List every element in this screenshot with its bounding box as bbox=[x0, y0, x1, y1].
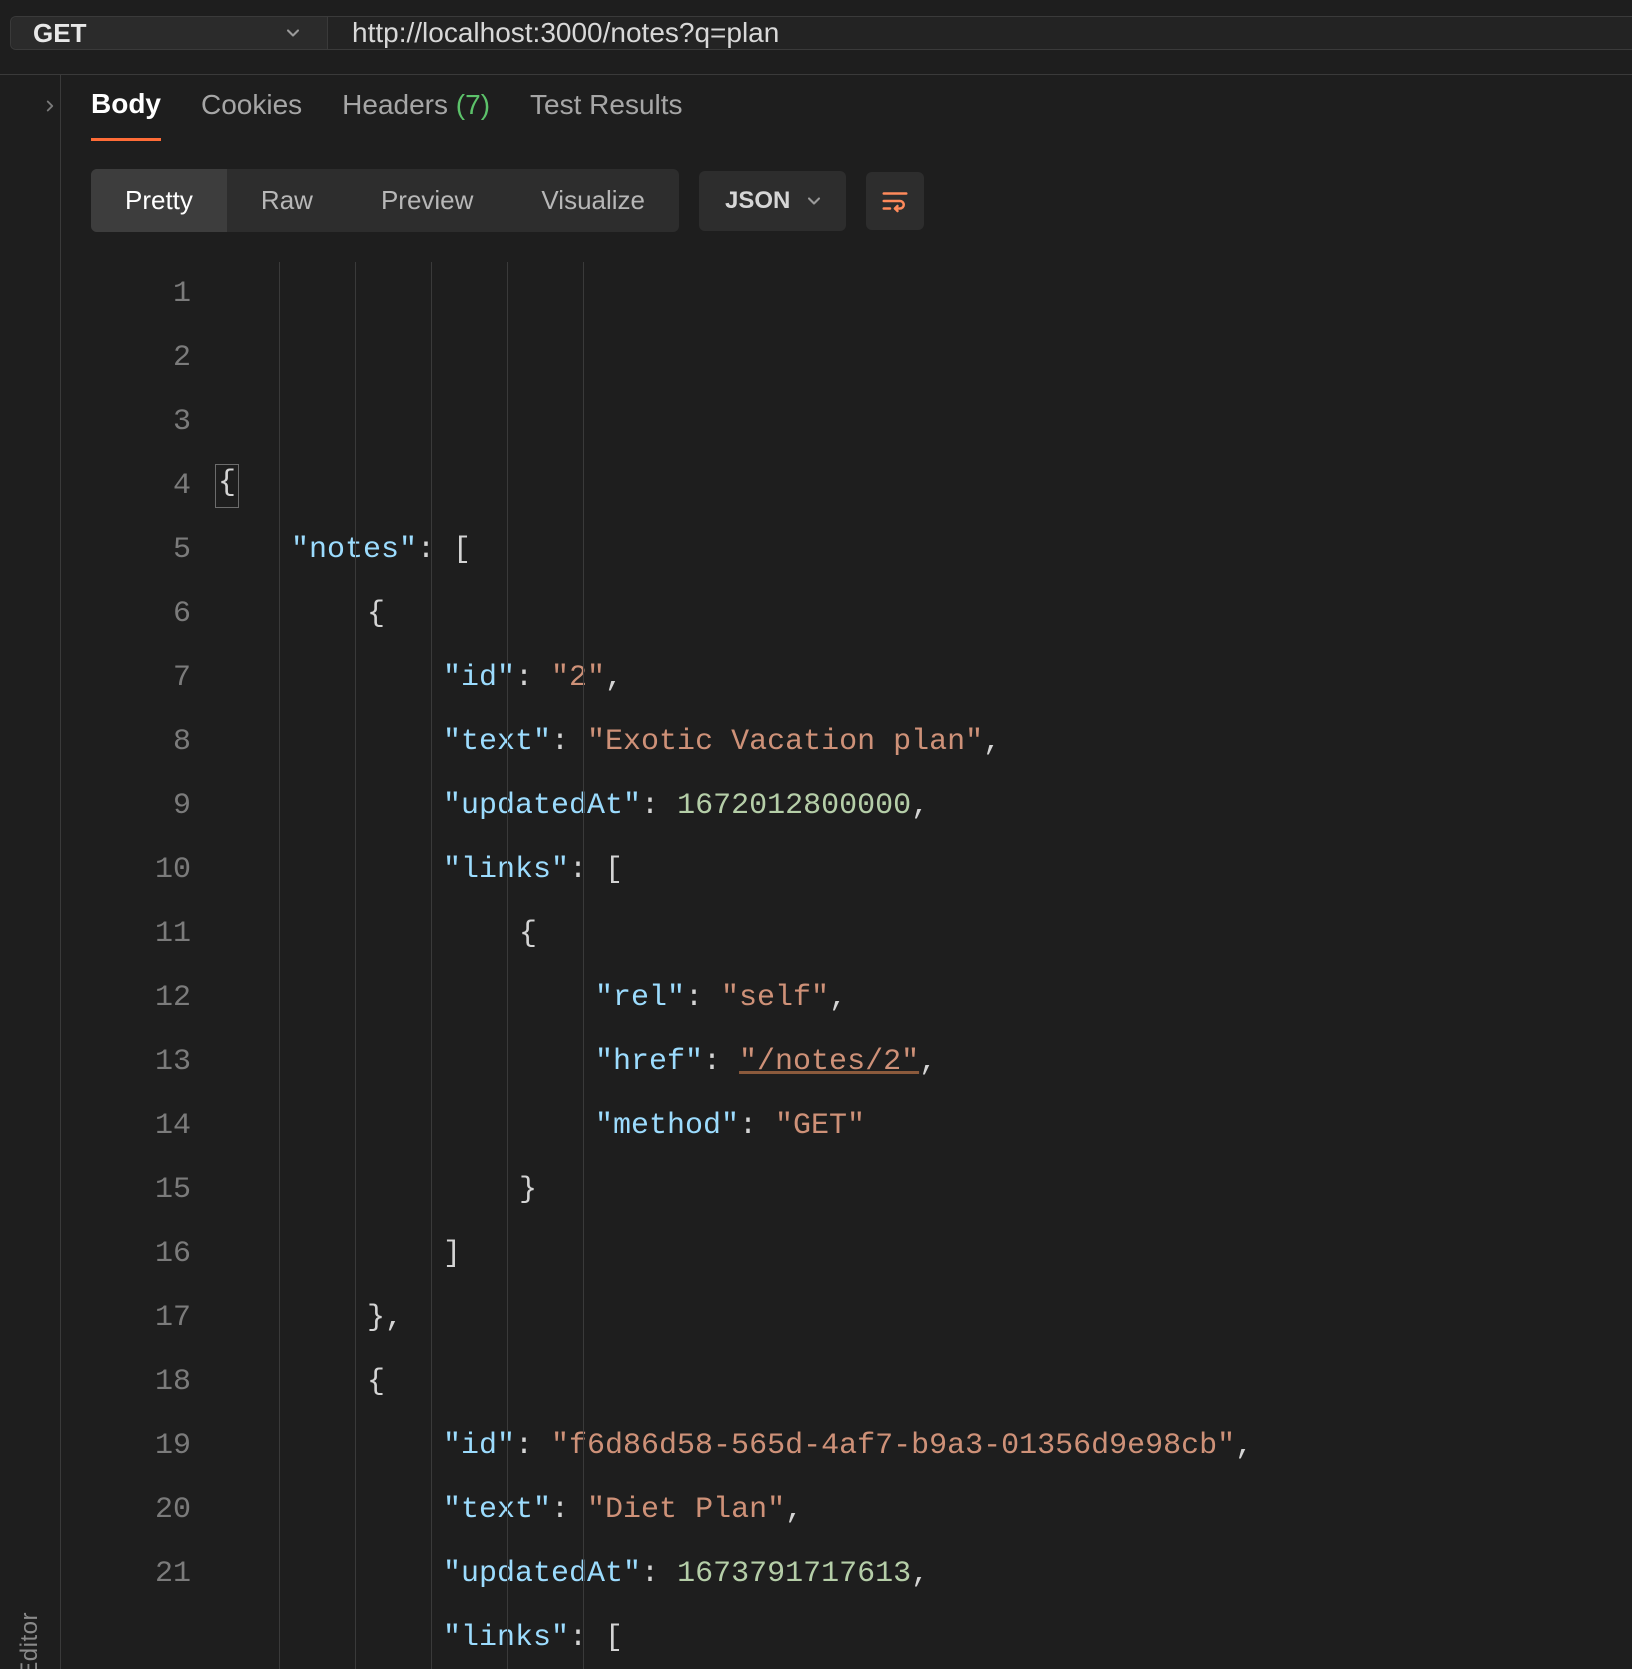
code-line: { bbox=[215, 454, 1632, 518]
chevron-down-icon bbox=[804, 191, 824, 211]
body-language-label: JSON bbox=[725, 187, 790, 215]
line-number: 4 bbox=[91, 454, 191, 518]
request-editor-label: Request Editor bbox=[16, 1612, 44, 1669]
line-number: 15 bbox=[91, 1158, 191, 1222]
response-tabs: Body Cookies Headers (7) Test Results bbox=[91, 75, 1632, 139]
wrap-icon bbox=[880, 186, 910, 216]
tab-cookies-label: Cookies bbox=[201, 89, 302, 120]
code-line: { bbox=[215, 1350, 1632, 1414]
code-line: "links": [ bbox=[215, 838, 1632, 902]
code-line: ] bbox=[215, 1222, 1632, 1286]
body-view-modes: Pretty Raw Preview Visualize bbox=[91, 169, 679, 232]
response-body-viewer[interactable]: 123456789101112131415161718192021 {"note… bbox=[91, 262, 1632, 1669]
code-line: "id": "f6d86d58-565d-4af7-b9a3-01356d9e9… bbox=[215, 1414, 1632, 1478]
code-line: "links": [ bbox=[215, 1606, 1632, 1669]
code-line: "notes": [ bbox=[215, 518, 1632, 582]
code-line: }, bbox=[215, 1286, 1632, 1350]
tab-test-results-label: Test Results bbox=[530, 89, 683, 120]
tab-body[interactable]: Body bbox=[91, 74, 161, 141]
line-number: 9 bbox=[91, 774, 191, 838]
line-number: 13 bbox=[91, 1030, 191, 1094]
body-language-select[interactable]: JSON bbox=[699, 171, 846, 231]
code-line: "updatedAt": 1672012800000, bbox=[215, 774, 1632, 838]
code-line: "id": "2", bbox=[215, 646, 1632, 710]
line-number: 21 bbox=[91, 1542, 191, 1606]
wrap-lines-button[interactable] bbox=[866, 172, 924, 230]
view-pretty-label: Pretty bbox=[125, 185, 193, 215]
line-number: 8 bbox=[91, 710, 191, 774]
tab-headers-count: (7) bbox=[456, 89, 490, 120]
line-number: 6 bbox=[91, 582, 191, 646]
body-toolbar: Pretty Raw Preview Visualize JSON bbox=[91, 169, 1632, 232]
line-number: 7 bbox=[91, 646, 191, 710]
side-rail: Request Editor bbox=[0, 75, 60, 1669]
view-raw-label: Raw bbox=[261, 185, 313, 215]
code-line: { bbox=[215, 582, 1632, 646]
view-pretty-button[interactable]: Pretty bbox=[91, 169, 227, 232]
view-preview-button[interactable]: Preview bbox=[347, 169, 507, 232]
line-number: 20 bbox=[91, 1478, 191, 1542]
line-number: 19 bbox=[91, 1414, 191, 1478]
tab-test-results[interactable]: Test Results bbox=[530, 75, 683, 139]
line-number: 16 bbox=[91, 1222, 191, 1286]
line-number: 18 bbox=[91, 1350, 191, 1414]
line-number: 12 bbox=[91, 966, 191, 1030]
tab-body-label: Body bbox=[91, 88, 161, 119]
tab-headers-label: Headers bbox=[342, 89, 448, 120]
line-number: 17 bbox=[91, 1286, 191, 1350]
line-number: 10 bbox=[91, 838, 191, 902]
line-number: 11 bbox=[91, 902, 191, 966]
line-number: 2 bbox=[91, 326, 191, 390]
tab-headers[interactable]: Headers (7) bbox=[342, 75, 490, 139]
code-content: {"notes": [{"id": "2","text": "Exotic Va… bbox=[215, 262, 1632, 1669]
chevron-down-icon bbox=[283, 23, 303, 43]
code-line: "href": "/notes/2", bbox=[215, 1030, 1632, 1094]
view-preview-label: Preview bbox=[381, 185, 473, 215]
expand-chevron-icon[interactable] bbox=[41, 97, 59, 115]
code-line: "text": "Diet Plan", bbox=[215, 1478, 1632, 1542]
line-number: 5 bbox=[91, 518, 191, 582]
code-line: "text": "Exotic Vacation plan", bbox=[215, 710, 1632, 774]
tab-cookies[interactable]: Cookies bbox=[201, 75, 302, 139]
code-line: "rel": "self", bbox=[215, 966, 1632, 1030]
request-bar: GET http://localhost:3000/notes?q=plan bbox=[10, 16, 1632, 50]
view-visualize-label: Visualize bbox=[541, 185, 645, 215]
code-line: "method": "GET" bbox=[215, 1094, 1632, 1158]
view-visualize-button[interactable]: Visualize bbox=[507, 169, 679, 232]
http-method-select[interactable]: GET bbox=[11, 17, 328, 49]
view-raw-button[interactable]: Raw bbox=[227, 169, 347, 232]
code-line: "updatedAt": 1673791717613, bbox=[215, 1542, 1632, 1606]
line-number: 1 bbox=[91, 262, 191, 326]
request-url-value: http://localhost:3000/notes?q=plan bbox=[352, 17, 779, 49]
code-line: } bbox=[215, 1158, 1632, 1222]
line-number: 14 bbox=[91, 1094, 191, 1158]
request-url-input[interactable]: http://localhost:3000/notes?q=plan bbox=[328, 17, 1632, 49]
line-gutter: 123456789101112131415161718192021 bbox=[91, 262, 215, 1669]
line-number: 3 bbox=[91, 390, 191, 454]
http-method-label: GET bbox=[33, 18, 86, 49]
code-line: { bbox=[215, 902, 1632, 966]
